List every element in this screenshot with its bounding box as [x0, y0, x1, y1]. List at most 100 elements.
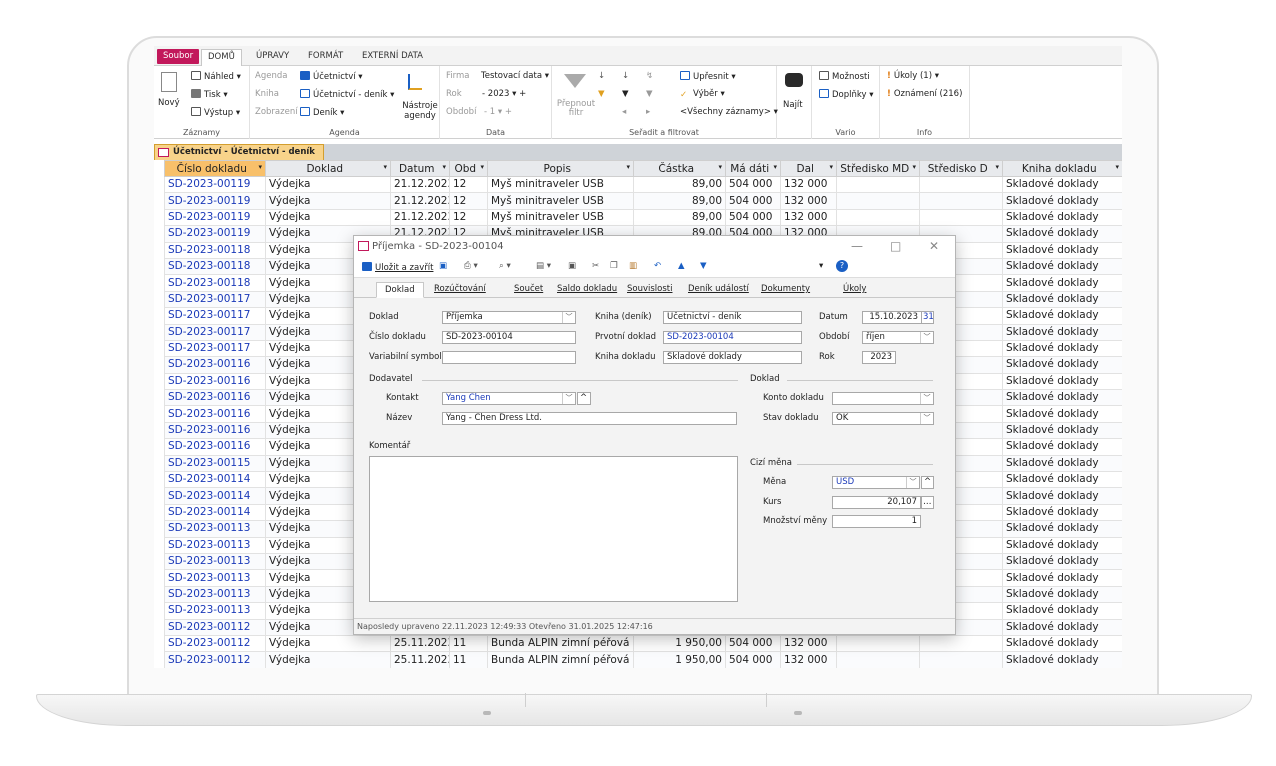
- varsym-input[interactable]: [442, 351, 576, 364]
- maximize-button[interactable]: □: [890, 239, 901, 253]
- table-cell[interactable]: SD-2023-00116: [164, 405, 266, 423]
- table-cell[interactable]: 21.12.2023: [390, 175, 450, 194]
- tab-souvislosti[interactable]: Souvislosti: [627, 282, 673, 298]
- table-cell[interactable]: SD-2023-00116: [164, 389, 266, 407]
- sheet-tab[interactable]: Účetnictví - Účetnictví - deník: [154, 144, 324, 160]
- column-header[interactable]: Datum ▾: [390, 160, 450, 177]
- table-cell[interactable]: Skladové doklady: [1002, 192, 1122, 210]
- cislo-input[interactable]: SD-2023-00104: [442, 331, 576, 344]
- clear-sort-icon[interactable]: ↯: [646, 71, 653, 81]
- tab-rozuctovani[interactable]: Rozúčtování: [434, 282, 486, 298]
- obdobi-select[interactable]: říjen ﹀: [862, 331, 934, 344]
- zobrazeni-select[interactable]: Deník ▾: [300, 107, 344, 118]
- tasks-button[interactable]: ! Úkoly (1) ▾: [887, 71, 939, 81]
- table-cell[interactable]: SD-2023-00113: [164, 520, 266, 538]
- chevron-down-icon[interactable]: ▾: [626, 163, 630, 171]
- table-cell[interactable]: SD-2023-00112: [164, 634, 266, 653]
- filter-clear-icon[interactable]: ▼: [646, 89, 653, 99]
- table-cell[interactable]: Myš minitraveler USB: [487, 175, 634, 194]
- kontakt-expand-button[interactable]: ^: [577, 392, 591, 405]
- preview-button[interactable]: Náhled ▾: [191, 71, 241, 82]
- table-cell[interactable]: Skladové doklady: [1002, 307, 1122, 325]
- table-cell[interactable]: Skladové doklady: [1002, 339, 1122, 358]
- table-cell[interactable]: SD-2023-00115: [164, 454, 266, 473]
- table-cell[interactable]: 11: [449, 651, 488, 668]
- table-cell[interactable]: Myš minitraveler USB: [487, 208, 634, 227]
- kurs-more-button[interactable]: …: [921, 496, 934, 509]
- table-cell[interactable]: Skladové doklady: [1002, 208, 1122, 227]
- table-cell[interactable]: [836, 175, 920, 194]
- notifications-button[interactable]: ! Oznámení (216): [887, 89, 962, 99]
- table-cell[interactable]: Skladové doklady: [1002, 225, 1122, 243]
- table-cell[interactable]: 12: [449, 192, 488, 210]
- column-header[interactable]: Obd ▾: [449, 160, 488, 177]
- print-button[interactable]: Tisk ▾: [191, 89, 228, 100]
- column-header[interactable]: Kniha dokladu ▾: [1002, 160, 1122, 177]
- help-icon[interactable]: ?: [836, 260, 848, 272]
- table-cell[interactable]: Bunda ALPIN zimní péřová pá: [487, 651, 634, 668]
- table-cell[interactable]: [919, 208, 1003, 227]
- nastroje-agendy-button[interactable]: Nástroje agendy: [400, 101, 440, 121]
- table-cell[interactable]: 132 000: [780, 634, 837, 653]
- kontakt-select[interactable]: Yang Chen ﹀: [442, 392, 576, 405]
- table-cell[interactable]: SD-2023-00117: [164, 323, 266, 341]
- find-button[interactable]: Najít: [783, 100, 803, 110]
- prvotni-input[interactable]: SD-2023-00104: [663, 331, 802, 344]
- table-cell[interactable]: SD-2023-00113: [164, 569, 266, 587]
- table-cell[interactable]: SD-2023-00114: [164, 487, 266, 505]
- tab-soubor[interactable]: Soubor: [157, 49, 200, 64]
- table-cell[interactable]: [836, 634, 920, 653]
- table-cell[interactable]: 12: [449, 175, 488, 194]
- rok-select[interactable]: - 2023 ▾ +: [482, 89, 526, 99]
- table-cell[interactable]: SD-2023-00113: [164, 602, 266, 620]
- table-row[interactable]: SD-2023-00112 Výdejka 25.11.2023 11 Bunda AL…: [164, 634, 1122, 653]
- column-header[interactable]: Má dáti ▾: [725, 160, 781, 177]
- table-cell[interactable]: Skladové doklady: [1002, 274, 1122, 292]
- tab-externi-data[interactable]: EXTERNÍ DATA: [356, 49, 429, 66]
- chevron-down-icon[interactable]: ▾: [383, 163, 387, 171]
- table-cell[interactable]: Skladové doklady: [1002, 651, 1122, 668]
- table-cell[interactable]: [836, 208, 920, 227]
- table-cell[interactable]: SD-2023-00113: [164, 585, 266, 604]
- table-cell[interactable]: Skladové doklady: [1002, 323, 1122, 341]
- table-cell[interactable]: 21.12.2023: [390, 208, 450, 227]
- table-cell[interactable]: Skladové doklady: [1002, 569, 1122, 587]
- obdobi-select[interactable]: - 1 ▾ +: [484, 107, 512, 117]
- column-header[interactable]: Středisko MD ▾: [836, 160, 920, 177]
- save-close-button[interactable]: Uložit a zavřít: [362, 262, 433, 273]
- minimize-button[interactable]: —: [851, 239, 863, 253]
- table-cell[interactable]: Skladové doklady: [1002, 634, 1122, 653]
- table-cell[interactable]: 132 000: [780, 651, 837, 668]
- table-cell[interactable]: SD-2023-00119: [164, 192, 266, 210]
- table-cell[interactable]: 1 950,00: [633, 651, 726, 668]
- calendar-button[interactable]: 31: [921, 311, 934, 324]
- table-cell[interactable]: 25.11.2023: [390, 634, 450, 653]
- table-cell[interactable]: SD-2023-00114: [164, 503, 266, 522]
- column-header[interactable]: Číslo dokladu ▾: [164, 160, 266, 177]
- tab-soucet[interactable]: Součet: [514, 282, 543, 298]
- table-cell[interactable]: Skladové doklady: [1002, 175, 1122, 194]
- cut-icon[interactable]: ✂: [592, 261, 599, 271]
- column-header[interactable]: Popis ▾: [487, 160, 634, 177]
- table-cell[interactable]: [919, 192, 1003, 210]
- table-cell[interactable]: Skladové doklady: [1002, 257, 1122, 276]
- tab-domu[interactable]: DOMŮ: [201, 49, 242, 66]
- table-row[interactable]: SD-2023-00112 Výdejka 25.11.2023 11 Bunda AL…: [164, 651, 1122, 668]
- table-cell[interactable]: Výdejka: [265, 651, 391, 668]
- table-cell[interactable]: SD-2023-00117: [164, 290, 266, 309]
- zoom-icon[interactable]: ⌕ ▾: [499, 261, 511, 271]
- komentar-textarea[interactable]: [369, 456, 738, 602]
- prev-icon[interactable]: ◂: [622, 107, 626, 117]
- close-button[interactable]: ✕: [929, 239, 939, 253]
- disk-icon[interactable]: ▣: [568, 261, 576, 271]
- tab-ukoly[interactable]: Úkoly: [843, 282, 866, 298]
- table-cell[interactable]: SD-2023-00119: [164, 225, 266, 243]
- table-cell[interactable]: Skladové doklady: [1002, 454, 1122, 473]
- save-icon[interactable]: ▣: [439, 261, 447, 271]
- mena-expand-button[interactable]: ^: [921, 476, 934, 489]
- column-header[interactable]: Dal ▾: [780, 160, 837, 177]
- table-cell[interactable]: Skladové doklady: [1002, 356, 1122, 374]
- table-cell[interactable]: SD-2023-00113: [164, 552, 266, 571]
- table-cell[interactable]: 1 950,00: [633, 634, 726, 653]
- table-cell[interactable]: Výdejka: [265, 192, 391, 210]
